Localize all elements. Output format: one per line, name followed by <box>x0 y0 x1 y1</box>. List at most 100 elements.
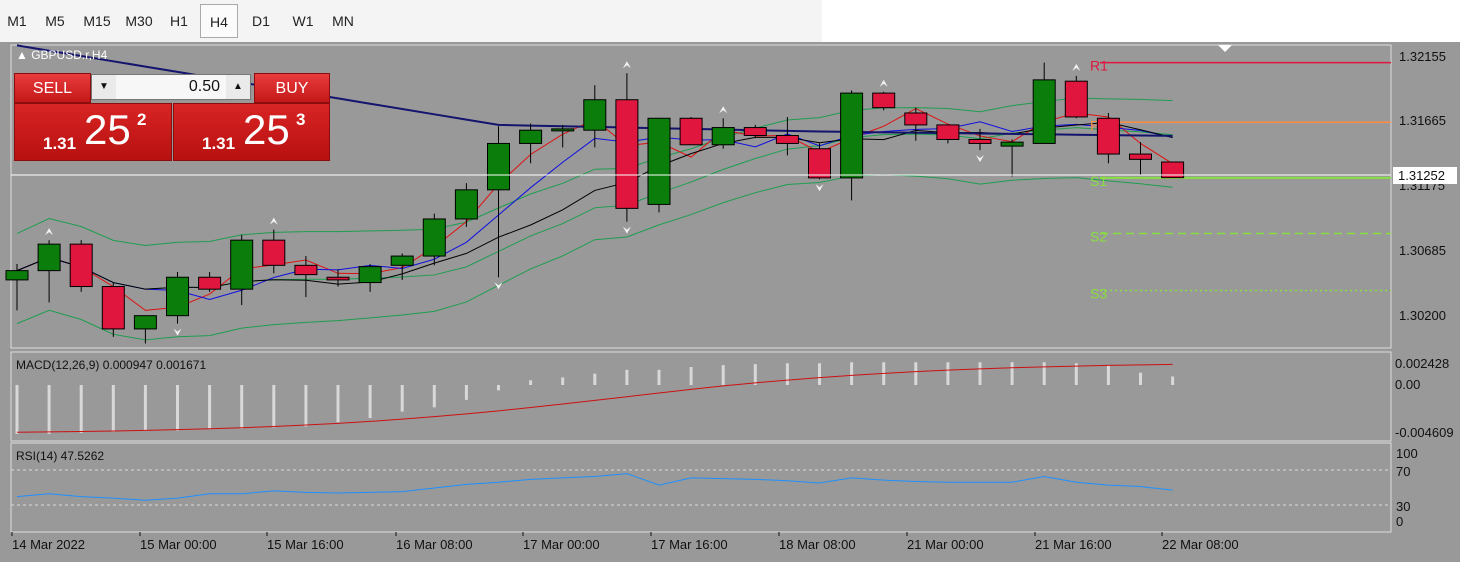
time-label: 15 Mar 16:00 <box>267 537 344 552</box>
candle-body <box>808 148 831 179</box>
macd-bar <box>304 385 308 427</box>
timeframe-h4[interactable]: H4 <box>200 4 238 38</box>
macd-bar <box>272 385 276 428</box>
time-label: 15 Mar 00:00 <box>140 537 217 552</box>
candle-body <box>679 117 703 146</box>
candle-body <box>583 99 607 131</box>
macd-bar <box>625 369 629 385</box>
sell-price-prefix: 1.31 <box>43 134 77 153</box>
macd-bar <box>336 385 340 423</box>
candle-body <box>711 127 735 146</box>
candle-body <box>230 239 254 290</box>
sell-price-big: 25 <box>84 106 131 153</box>
rsi-axis-label: 70 <box>1396 464 1410 479</box>
macd-axis-label: 0.00 <box>1395 377 1420 392</box>
macd-bar <box>1106 365 1110 385</box>
candle-body <box>326 276 350 281</box>
candle-body <box>166 276 189 317</box>
macd-bar <box>818 363 821 385</box>
symbol-title-text: GBPUSD.r,H4 <box>31 48 108 62</box>
candle-body <box>422 218 446 257</box>
candle-body <box>743 127 767 137</box>
candle-body <box>872 92 896 109</box>
candle-body <box>454 189 478 220</box>
macd-bar <box>785 363 789 385</box>
rsi-panel <box>10 442 1392 533</box>
timeframe-m30[interactable]: M30 <box>120 4 158 38</box>
timeframe-mn[interactable]: MN <box>327 4 359 38</box>
lot-decrease-icon[interactable]: ▼ <box>92 75 116 99</box>
pivot-s2-label: S2 <box>1090 229 1107 245</box>
timeframe-toolbar: M1 M5 M15 M30 H1 H4 D1 W1 MN <box>0 0 823 43</box>
lot-size-field[interactable]: ▼ 0.50 ▲ <box>91 74 251 100</box>
macd-bar <box>753 364 757 385</box>
candle-body <box>1064 80 1088 118</box>
candle-body <box>5 270 29 281</box>
macd-bar <box>1139 372 1142 385</box>
macd-bar <box>1171 376 1175 385</box>
time-label: 17 Mar 16:00 <box>651 537 728 552</box>
timeframe-w1[interactable]: W1 <box>287 4 319 38</box>
timeframe-m5[interactable]: M5 <box>40 4 70 38</box>
candle-body <box>487 142 510 191</box>
candle-body <box>198 276 222 290</box>
timeframe-d1[interactable]: D1 <box>246 4 276 38</box>
rsi-axis-label: 30 <box>1396 499 1410 514</box>
macd-bar <box>657 369 661 385</box>
symbol-title: ▲ GBPUSD.r,H4 <box>16 48 107 62</box>
one-click-trading-panel: SELL ▼ 0.50 ▲ BUY 1.31 25 2 1.31 25 3 <box>14 72 330 162</box>
rsi-axis-label: 0 <box>1396 514 1403 529</box>
time-label: 21 Mar 16:00 <box>1035 537 1112 552</box>
timeframe-h1[interactable]: H1 <box>164 4 194 38</box>
macd-bar <box>208 385 212 429</box>
macd-label: MACD(12,26,9) 0.000947 0.001671 <box>16 358 206 372</box>
timeframe-m1[interactable]: M1 <box>2 4 32 38</box>
macd-bar <box>561 377 565 385</box>
lot-size-input[interactable]: 0.50 <box>118 75 224 99</box>
candle-body <box>615 99 639 209</box>
macd-bar <box>593 373 597 385</box>
time-label: 18 Mar 08:00 <box>779 537 856 552</box>
macd-bar <box>1010 362 1014 385</box>
sell-button[interactable]: SELL <box>14 73 91 103</box>
macd-bar <box>689 367 693 385</box>
sell-price-button[interactable]: 1.31 25 2 <box>14 103 172 161</box>
candle-body <box>294 264 318 276</box>
macd-bar <box>946 362 950 385</box>
candle-body <box>775 135 799 144</box>
candle-body <box>1000 141 1024 147</box>
rsi-axis-label: 100 <box>1396 446 1418 461</box>
macd-bar <box>400 385 404 412</box>
price-label: 1.30685 <box>1399 243 1446 258</box>
toolbar-empty-space <box>822 0 1460 42</box>
candle-body <box>647 117 671 205</box>
pivot-s3-label: S3 <box>1090 286 1107 302</box>
time-label: 14 Mar 2022 <box>12 537 85 552</box>
buy-button[interactable]: BUY <box>254 73 330 103</box>
candle-body <box>1096 117 1120 155</box>
lot-increase-icon[interactable]: ▲ <box>226 75 250 99</box>
candle-body <box>519 129 543 144</box>
timeframe-m15[interactable]: M15 <box>78 4 116 38</box>
macd-axis-label: -0.004609 <box>1395 425 1454 440</box>
macd-bar <box>497 385 500 391</box>
macd-bar <box>368 385 372 418</box>
price-label: 1.30200 <box>1399 308 1446 323</box>
macd-panel <box>10 351 1392 442</box>
rsi-label: RSI(14) 47.5262 <box>16 449 104 463</box>
macd-bar <box>143 385 147 431</box>
candle-body <box>968 138 992 144</box>
macd-bar <box>432 385 436 408</box>
macd-bar <box>79 385 83 433</box>
chart-window[interactable]: R1PPS1S2S3 1.32155 1.31665 1.31175 1.306… <box>0 42 1460 562</box>
macd-bar <box>978 362 982 385</box>
buy-price-prefix: 1.31 <box>202 134 236 153</box>
candle-body <box>101 286 125 330</box>
candle-body <box>69 243 93 288</box>
candle-body <box>262 239 286 266</box>
buy-price-sup: 3 <box>296 110 306 129</box>
sell-price-sup: 2 <box>137 110 147 129</box>
collapse-arrow-icon[interactable]: ▲ <box>16 48 31 62</box>
buy-price-button[interactable]: 1.31 25 3 <box>173 103 330 161</box>
candle-body <box>1032 79 1056 144</box>
